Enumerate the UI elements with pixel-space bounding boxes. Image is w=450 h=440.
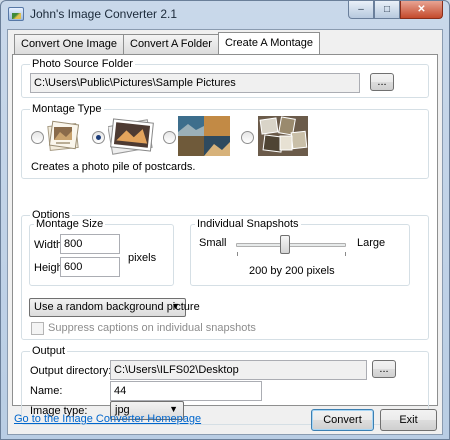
title-bar[interactable]: John's Image Converter 2.1 – □ ✕	[1, 1, 449, 29]
suppress-captions-checkbox[interactable]	[31, 322, 44, 335]
options-group: Options Montage Size Width: 800 Height: …	[21, 209, 429, 340]
snapshot-size-slider-thumb[interactable]	[279, 235, 290, 254]
pixels-unit-label: pixels	[128, 252, 157, 264]
photo-source-group: Photo Source Folder C:\Users\Public\Pict…	[21, 58, 429, 98]
height-input[interactable]: 600	[60, 257, 120, 277]
background-picture-select[interactable]: Use a random background picture ▼	[29, 298, 200, 317]
grid-montage-thumbnail[interactable]	[178, 116, 230, 156]
convert-button[interactable]: Convert	[311, 409, 374, 431]
snapshot-size-readout: 200 by 200 pixels	[249, 265, 335, 277]
tab-create-a-montage[interactable]: Create A Montage	[217, 32, 320, 54]
photo-source-legend: Photo Source Folder	[30, 58, 135, 70]
montage-type-group: Montage Type Creates a photo pile of pos…	[21, 103, 429, 179]
montage-type-description: Creates a photo pile of postcards.	[31, 161, 196, 173]
chevron-down-icon: ▼	[171, 301, 180, 311]
tab-convert-a-folder[interactable]: Convert A Folder	[123, 34, 219, 54]
montage-type-legend: Montage Type	[30, 103, 104, 115]
montage-radio-photo-pile[interactable]	[92, 131, 105, 144]
output-legend: Output	[30, 345, 68, 357]
montage-radio-postcards[interactable]	[31, 131, 44, 144]
montage-tab-page: Photo Source Folder C:\Users\Public\Pict…	[12, 54, 438, 425]
photo-source-path-field[interactable]: C:\Users\Public\Pictures\Sample Pictures	[30, 73, 360, 93]
exit-button[interactable]: Exit	[380, 409, 437, 431]
slider-large-label: Large	[357, 237, 386, 249]
montage-size-legend: Montage Size	[34, 218, 106, 230]
individual-snapshots-group: Individual Snapshots Small Large 200 by …	[190, 218, 410, 286]
suppress-captions-label: Suppress captions on individual snapshot…	[48, 322, 256, 334]
tab-convert-one-image[interactable]: Convert One Image	[14, 34, 124, 54]
photo-pile-thumbnail[interactable]	[107, 117, 154, 155]
slider-tick	[345, 252, 346, 256]
name-input[interactable]: 44	[110, 381, 262, 401]
photo-source-browse-button[interactable]: ...	[370, 73, 394, 91]
slider-tick	[237, 252, 238, 256]
montage-radio-collage[interactable]	[241, 131, 254, 144]
minimize-button[interactable]: –	[348, 1, 374, 19]
width-input[interactable]: 800	[60, 234, 120, 254]
montage-radio-grid[interactable]	[163, 131, 176, 144]
app-window: John's Image Converter 2.1 – □ ✕ Convert…	[0, 0, 450, 440]
slider-small-label: Small	[199, 237, 227, 249]
output-directory-label: Output directory:	[30, 365, 112, 377]
postcard-pile-thumbnail[interactable]	[46, 119, 82, 155]
client-area: Convert One Image Convert A Folder Creat…	[7, 29, 443, 435]
close-button[interactable]: ✕	[400, 1, 443, 19]
window-controls: – □ ✕	[348, 1, 443, 19]
app-icon	[8, 7, 24, 21]
montage-size-group: Montage Size Width: 800 Height: 600 pixe…	[29, 218, 174, 286]
snapshot-size-slider-track[interactable]	[236, 243, 346, 247]
output-browse-button[interactable]: ...	[372, 360, 396, 378]
name-label: Name:	[30, 385, 63, 397]
collage-thumbnail[interactable]	[258, 116, 308, 156]
homepage-link[interactable]: Go to the Image Converter Homepage	[14, 413, 201, 425]
window-title: John's Image Converter 2.1	[30, 7, 178, 21]
output-directory-field[interactable]: C:\Users\ILFS02\Desktop	[110, 360, 367, 380]
tab-strip: Convert One Image Convert A Folder Creat…	[14, 32, 320, 54]
maximize-button[interactable]: □	[374, 1, 400, 19]
individual-snapshots-legend: Individual Snapshots	[195, 218, 301, 230]
